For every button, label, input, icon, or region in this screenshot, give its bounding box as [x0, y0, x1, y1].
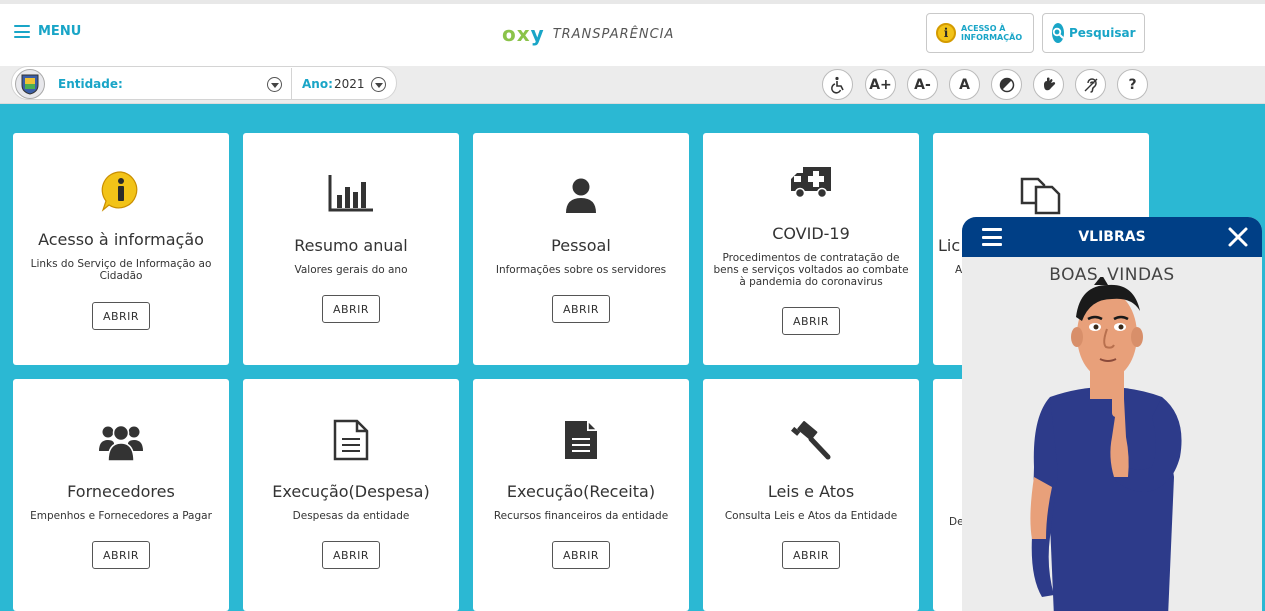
card-covid-19[interactable]: COVID-19 Procedimentos de contratação de…: [703, 133, 919, 365]
acesso-line1: ACESSO À: [961, 24, 1006, 33]
vlibras-widget: VLIBRAS BOAS_VINDAS: [962, 217, 1262, 611]
card-pessoal[interactable]: Pessoal Informações sobre os servidores …: [473, 133, 689, 365]
top-header: MENU oxy TRANSPARÊNCIA i ACESSO À INFORM…: [0, 0, 1265, 66]
info-icon: [13, 169, 229, 213]
search-icon: [1052, 23, 1064, 43]
acesso-informacao-button[interactable]: i ACESSO À INFORMAÇÃO: [926, 13, 1034, 53]
card-description: Valores gerais do ano: [294, 264, 408, 276]
vlibras-avatar: [1030, 277, 1182, 611]
abrir-button[interactable]: ABRIR: [552, 541, 610, 569]
vlibras-menu-icon[interactable]: [982, 228, 1002, 246]
help-button[interactable]: ?: [1117, 69, 1148, 100]
card-title: Leis e Atos: [767, 482, 855, 501]
document-outline-icon: [243, 419, 459, 461]
abrir-button[interactable]: ABRIR: [322, 541, 380, 569]
increase-font-button[interactable]: A+: [865, 69, 896, 100]
card-title: COVID-19: [772, 224, 850, 243]
user-icon: [473, 177, 689, 213]
search-button[interactable]: Pesquisar: [1042, 13, 1145, 53]
card-title: Acesso à informação: [38, 230, 204, 249]
card-resumo-anual[interactable]: Resumo anual Valores gerais do ano ABRIR: [243, 133, 459, 365]
abrir-button[interactable]: ABRIR: [782, 307, 840, 335]
search-label: Pesquisar: [1069, 26, 1136, 40]
menu-button[interactable]: MENU: [14, 24, 81, 39]
abrir-button[interactable]: ABRIR: [92, 302, 150, 330]
hearing-icon[interactable]: [1075, 69, 1106, 100]
ambulance-icon: [703, 165, 919, 199]
abrir-button[interactable]: ABRIR: [92, 541, 150, 569]
year-select-value[interactable]: 2021: [334, 77, 365, 91]
decrease-font-button[interactable]: A-: [907, 69, 938, 100]
entity-year-selector: Entidade: Ano: 2021: [11, 66, 397, 100]
vlibras-header: VLIBRAS: [962, 217, 1262, 257]
card-title: Pessoal: [551, 236, 611, 255]
card-execucao-despesa[interactable]: Execução(Despesa) Despesas da entidade A…: [243, 379, 459, 611]
default-font-button[interactable]: A: [949, 69, 980, 100]
info-icon: i: [936, 23, 956, 43]
card-title: Execução(Despesa): [272, 482, 430, 501]
card-description: Despesas da entidade: [292, 510, 410, 522]
logo-text: TRANSPARÊNCIA: [552, 26, 675, 42]
entity-label: Entidade:: [58, 77, 123, 91]
abrir-button[interactable]: ABRIR: [552, 295, 610, 323]
abrir-button[interactable]: ABRIR: [322, 295, 380, 323]
vlibras-title: VLIBRAS: [1078, 229, 1146, 245]
oxy-logo[interactable]: oxy TRANSPARÊNCIA: [502, 22, 674, 46]
copy-icon: [933, 175, 1149, 215]
menu-label: MENU: [38, 24, 82, 39]
card-execucao-receita[interactable]: Execução(Receita) Recursos financeiros d…: [473, 379, 689, 611]
card-description: Procedimentos de contratação de bens e s…: [713, 252, 909, 288]
card-acesso-informacao[interactable]: Acesso à informação Links do Serviço de …: [13, 133, 229, 365]
filter-toolbar: Entidade: Ano: 2021 A+ A- A ?: [0, 66, 1265, 104]
card-description: Empenhos e Fornecedores a Pagar: [30, 510, 212, 522]
year-dropdown-icon[interactable]: [371, 77, 386, 92]
logo-mark: oxy: [502, 22, 545, 46]
card-description: Consulta Leis e Atos da Entidade: [724, 510, 898, 522]
entity-dropdown-icon[interactable]: [267, 77, 282, 92]
users-icon: [13, 421, 229, 461]
card-title: Execução(Receita): [506, 482, 656, 501]
gavel-icon: [703, 421, 919, 461]
entity-crest-icon: [15, 69, 45, 99]
acesso-line2: INFORMAÇÃO: [961, 33, 1023, 42]
bar-chart-icon: [243, 173, 459, 213]
card-leis-atos[interactable]: Leis e Atos Consulta Leis e Atos da Enti…: [703, 379, 919, 611]
card-title: Resumo anual: [294, 236, 408, 255]
contrast-icon[interactable]: [991, 69, 1022, 100]
card-title: Fornecedores: [67, 482, 175, 501]
entity-select-value[interactable]: [122, 77, 262, 91]
card-description: Links do Serviço de Informação ao Cidadã…: [30, 258, 212, 282]
selector-divider: [291, 68, 292, 100]
document-filled-icon: [473, 419, 689, 461]
abrir-button[interactable]: ABRIR: [782, 541, 840, 569]
card-description: Informações sobre os servidores: [495, 264, 667, 276]
year-label: Ano:: [302, 77, 333, 91]
close-icon[interactable]: [1226, 225, 1250, 249]
sign-language-icon[interactable]: [1033, 69, 1064, 100]
card-fornecedores[interactable]: Fornecedores Empenhos e Fornecedores a P…: [13, 379, 229, 611]
wheelchair-icon[interactable]: [822, 69, 853, 100]
card-description: Recursos financeiros da entidade: [493, 510, 669, 522]
hamburger-icon: [14, 25, 30, 38]
